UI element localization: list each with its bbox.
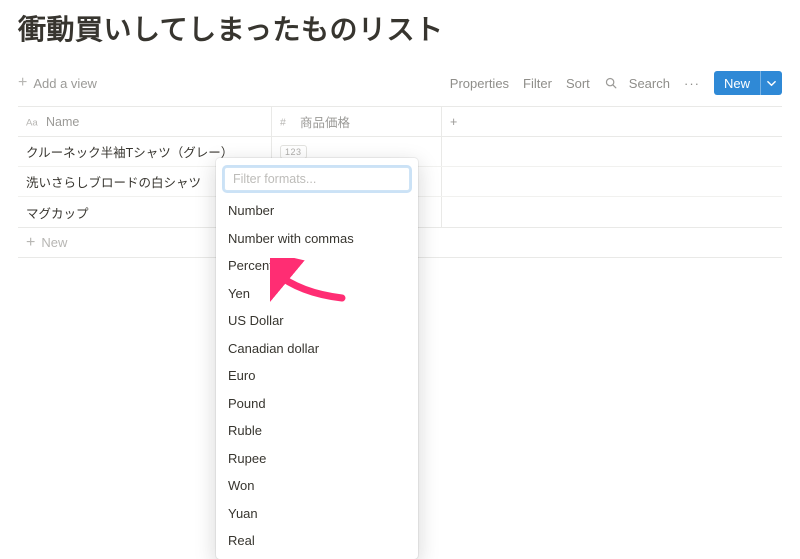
cell-empty [442,197,782,227]
cell-empty [442,137,782,166]
format-option[interactable]: Canadian dollar [216,335,418,363]
number-format-badge[interactable]: 123 [280,145,307,159]
format-option[interactable]: Yen [216,280,418,308]
format-option[interactable]: Pound [216,390,418,418]
column-header-price[interactable]: # 商品価格 [272,107,442,136]
format-option[interactable]: Number with commas [216,225,418,253]
add-view-label: Add a view [33,76,97,91]
add-column-button[interactable]: + [442,107,782,136]
new-button[interactable]: New [714,71,782,95]
format-option[interactable]: Won [216,472,418,500]
svg-text:Aa: Aa [26,117,38,128]
svg-text:#: # [280,116,286,128]
database-toolbar: + Add a view Properties Filter Sort Sear… [18,66,782,100]
title-prop-icon: Aa [26,115,40,129]
format-option[interactable]: Percent [216,252,418,280]
search-icon [604,76,618,90]
format-option[interactable]: Ruble [216,417,418,445]
more-button[interactable]: ··· [684,76,700,91]
new-row-label: New [41,235,67,250]
number-format-popup: Number Number with commas Percent Yen US… [216,158,418,559]
search-button[interactable]: Search [604,76,670,91]
column-price-label: 商品価格 [300,112,350,131]
format-option[interactable]: Euro [216,362,418,390]
column-header-name[interactable]: Aa Name [18,107,272,136]
page-title: 衝動買いしてしまったものリスト [18,0,782,66]
format-option[interactable]: Real [216,527,418,555]
cell-empty [442,167,782,196]
new-button-label: New [714,76,760,91]
filter-button[interactable]: Filter [523,76,552,91]
format-filter-input[interactable] [224,167,410,191]
format-option[interactable]: US Dollar [216,307,418,335]
plus-icon: + [18,75,27,91]
search-label: Search [629,76,670,91]
plus-icon: + [450,115,457,129]
chevron-down-icon [767,79,776,88]
add-view-button[interactable]: + Add a view [18,75,97,91]
number-prop-icon: # [280,115,294,129]
table-header: Aa Name # 商品価格 + [18,107,782,137]
properties-button[interactable]: Properties [450,76,509,91]
column-name-label: Name [46,115,79,129]
plus-icon: + [26,235,35,251]
format-option[interactable]: Rupee [216,445,418,473]
format-option[interactable]: Number [216,197,418,225]
new-dropdown-button[interactable] [760,71,782,95]
sort-button[interactable]: Sort [566,76,590,91]
